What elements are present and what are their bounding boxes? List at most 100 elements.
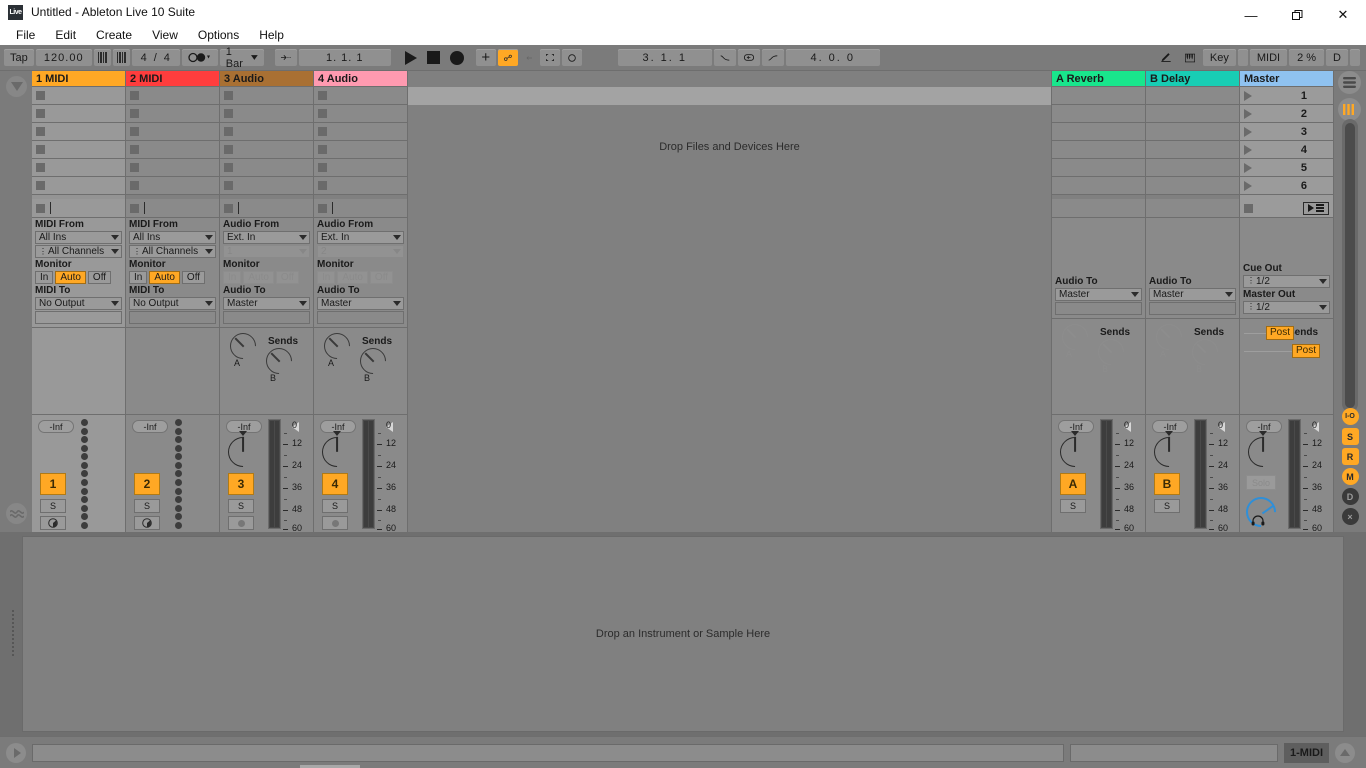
send-b-knob-3[interactable]	[260, 342, 298, 380]
clip-stop-icon[interactable]	[318, 163, 327, 172]
track-stop-icon[interactable]	[224, 203, 233, 213]
clip-slot[interactable]	[126, 177, 219, 195]
track-name-1[interactable]: 1 MIDI	[32, 71, 125, 87]
send-a-knob-4[interactable]	[318, 327, 356, 365]
clip-slot[interactable]	[314, 141, 407, 159]
status-play-icon[interactable]	[6, 742, 26, 763]
track-1-midi[interactable]: 1 MIDI MIDI From All Ins ⋮ All Channels M…	[32, 71, 126, 532]
volume-display[interactable]: -Inf	[132, 420, 168, 433]
computer-midi-keyboard-icon[interactable]	[1179, 49, 1201, 66]
monitor-auto-button[interactable]: Auto	[243, 271, 274, 284]
menu-item-file[interactable]: File	[6, 26, 45, 44]
monitor-in-button[interactable]: In	[223, 271, 242, 284]
track-3-audio[interactable]: 3 Audio Audio From Ext. In 1 Monitor In …	[220, 71, 314, 533]
clip-slot[interactable]	[220, 105, 313, 123]
send-b-post-toggle[interactable]: Post	[1292, 343, 1321, 358]
track-activator-4[interactable]: 4	[322, 473, 348, 495]
arm-button-3[interactable]	[228, 516, 254, 530]
audio-to-subchooser[interactable]	[317, 311, 404, 324]
master-name[interactable]: Master	[1240, 71, 1333, 87]
clip-slot[interactable]	[126, 141, 219, 159]
return-b-name[interactable]: B Delay	[1146, 71, 1239, 87]
clip-slot[interactable]	[220, 87, 313, 105]
capture-midi-icon[interactable]	[539, 49, 560, 66]
scene-row[interactable]: 1	[1240, 87, 1333, 105]
monitor-auto-button[interactable]: Auto	[149, 271, 180, 284]
tempo-field[interactable]: 120.00	[35, 49, 92, 66]
clip-slot[interactable]	[220, 177, 313, 195]
clip-stop-icon[interactable]	[36, 91, 45, 100]
clip-slot[interactable]	[126, 123, 219, 141]
track-stop-icon[interactable]	[318, 203, 327, 213]
monitor-in-button[interactable]: In	[129, 271, 148, 284]
clip-stop-icon[interactable]	[36, 109, 45, 118]
audio-to-chooser[interactable]: Master	[223, 297, 310, 310]
session-scrollbar[interactable]	[1342, 119, 1358, 412]
session-collapse-icon[interactable]	[6, 76, 27, 97]
scene-row[interactable]: 6	[1240, 177, 1333, 195]
detail-resize-handle[interactable]	[12, 610, 14, 656]
clip-slot[interactable]	[220, 141, 313, 159]
send-b-knob-return-b[interactable]	[1186, 333, 1224, 370]
menu-item-help[interactable]: Help	[249, 26, 294, 44]
track-name-2[interactable]: 2 MIDI	[126, 71, 219, 87]
clip-stop-icon[interactable]	[224, 91, 233, 100]
volume-fader-track-1[interactable]	[78, 419, 90, 529]
clip-slot[interactable]	[32, 159, 125, 177]
midi-map-button[interactable]: MIDI	[1249, 49, 1288, 66]
track-stop-row[interactable]	[220, 199, 313, 217]
audio-input-channel-chooser[interactable]: 1	[223, 245, 310, 258]
send-a-knob-3[interactable]	[224, 327, 262, 365]
track-stop-row[interactable]	[32, 199, 125, 217]
clip-slot[interactable]	[314, 177, 407, 195]
track-4-audio[interactable]: 4 Audio Audio From Ext. In 2 Monitor In …	[314, 71, 408, 533]
loop-start-position[interactable]: 3. 1. 1	[617, 49, 712, 66]
sends-toggle-icon[interactable]: S	[1341, 428, 1359, 445]
scene-row[interactable]: 3	[1240, 123, 1333, 141]
midi-to-chooser[interactable]: No Output	[35, 297, 122, 310]
scene-row[interactable]: 5	[1240, 159, 1333, 177]
menu-item-options[interactable]: Options	[188, 26, 249, 44]
arm-button-4[interactable]	[322, 516, 348, 530]
track-2-midi[interactable]: 2 MIDI MIDI From All Ins ⋮ All Channels M…	[126, 71, 220, 532]
punch-in-icon[interactable]	[713, 49, 736, 66]
loop-length[interactable]: 4. 0. 0	[785, 49, 880, 66]
track-name-4[interactable]: 4 Audio	[314, 71, 407, 87]
clip-stop-icon[interactable]	[130, 91, 139, 100]
clip-stop-icon[interactable]	[130, 181, 139, 190]
nudge-icon[interactable]	[112, 49, 130, 66]
audio-to-subchooser[interactable]	[1149, 301, 1236, 315]
audio-from-chooser[interactable]: Ext. In	[317, 231, 404, 244]
record-button[interactable]	[449, 50, 464, 65]
clip-stop-icon[interactable]	[224, 127, 233, 136]
scene-launch-icon[interactable]	[1244, 180, 1252, 191]
crossfade-toggle-icon[interactable]: ×	[1341, 508, 1359, 525]
return-a-activator[interactable]: A	[1060, 473, 1086, 495]
solo-button-return-b[interactable]: S	[1154, 499, 1180, 513]
clip-slot[interactable]	[32, 123, 125, 141]
clip-stop-icon[interactable]	[318, 145, 327, 154]
scrollbar-thumb[interactable]	[1345, 123, 1355, 408]
clip-slot[interactable]	[314, 159, 407, 177]
clip-stop-icon[interactable]	[130, 145, 139, 154]
solo-button-2[interactable]: S	[134, 499, 160, 513]
arrangement-position-marker-icon[interactable]	[274, 49, 297, 66]
clip-slot[interactable]	[220, 159, 313, 177]
drop-files-and-devices-area[interactable]: Drop Files and Devices Here	[408, 71, 1052, 532]
menu-item-edit[interactable]: Edit	[45, 26, 86, 44]
solo-button-3[interactable]: S	[228, 499, 254, 513]
clip-stop-icon[interactable]	[36, 181, 45, 190]
track-stop-row[interactable]	[126, 199, 219, 217]
audio-to-subchooser[interactable]	[1055, 301, 1142, 315]
loop-switch-icon[interactable]	[737, 49, 760, 66]
clip-stop-icon[interactable]	[130, 163, 139, 172]
midi-from-chooser[interactable]: All Ins	[129, 231, 216, 244]
midi-to-chooser[interactable]: No Output	[129, 297, 216, 310]
volume-display[interactable]: -Inf	[38, 420, 74, 433]
pan-knob-return-a[interactable]	[1053, 430, 1097, 474]
track-stop-row[interactable]	[314, 199, 407, 217]
clip-stop-icon[interactable]	[36, 145, 45, 154]
arm-button-1[interactable]	[40, 516, 66, 530]
arrangement-record-icon[interactable]: +	[475, 49, 496, 66]
stop-button[interactable]	[426, 51, 440, 64]
